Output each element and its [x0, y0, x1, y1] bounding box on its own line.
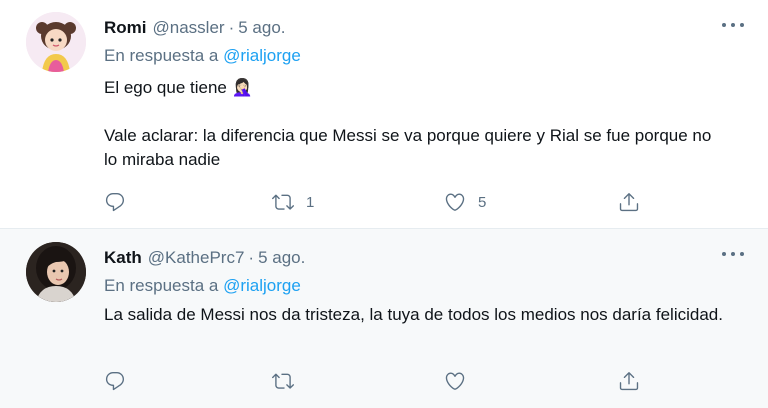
separator: ·: [228, 18, 235, 37]
more-icon[interactable]: [722, 18, 744, 32]
tweet-text-paragraph: La salida de Messi nos da tristeza, la t…: [104, 305, 723, 324]
avatar[interactable]: [26, 242, 86, 302]
tweet-text-paragraph: Vale aclarar: la diferencia que Messi se…: [104, 126, 712, 169]
mention-link[interactable]: @rialjorge: [223, 46, 301, 65]
retweet-icon: [272, 194, 294, 210]
tweet-header: Kath @KathePrc7 · 5 ago.: [104, 248, 305, 272]
tweet-actions: 1 5: [100, 188, 660, 216]
mention-link[interactable]: @rialjorge: [223, 276, 301, 295]
reply-prefix: En respuesta a: [104, 276, 219, 295]
tweet-header: Romi @nassler · 5 ago.: [104, 18, 286, 42]
like-count: 5: [478, 193, 487, 211]
retweet-button[interactable]: [272, 367, 306, 395]
username[interactable]: @nassler: [153, 18, 225, 38]
retweet-icon: [272, 373, 294, 389]
tweet-actions: [100, 367, 660, 395]
username[interactable]: @KathePrc7: [148, 248, 245, 268]
avatar[interactable]: [26, 12, 86, 72]
like-icon: [445, 193, 465, 211]
tweet[interactable]: Romi @nassler · 5 ago. En respuesta a @r…: [0, 0, 768, 229]
share-icon: [619, 372, 639, 391]
more-icon[interactable]: [722, 247, 744, 261]
like-icon: [445, 372, 465, 390]
reply-context: En respuesta a @rialjorge: [104, 276, 301, 296]
reply-button[interactable]: [104, 188, 126, 216]
reply-icon: [105, 372, 125, 391]
separator: ·: [248, 248, 255, 267]
retweet-button[interactable]: 1: [272, 188, 314, 216]
reply-button[interactable]: [104, 367, 126, 395]
timestamp[interactable]: 5 ago.: [258, 248, 305, 268]
reply-prefix: En respuesta a: [104, 46, 219, 65]
share-icon: [619, 193, 639, 212]
share-button[interactable]: [618, 367, 640, 395]
display-name[interactable]: Romi: [104, 18, 147, 38]
display-name[interactable]: Kath: [104, 248, 142, 268]
tweet[interactable]: Kath @KathePrc7 · 5 ago. En respuesta a …: [0, 229, 768, 408]
tweet-text: La salida de Messi nos da tristeza, la t…: [104, 303, 724, 327]
timestamp[interactable]: 5 ago.: [238, 18, 285, 38]
like-button[interactable]: [444, 367, 478, 395]
retweet-count: 1: [306, 193, 315, 211]
share-button[interactable]: [618, 188, 640, 216]
reply-context: En respuesta a @rialjorge: [104, 46, 301, 66]
tweet-text: El ego que tiene 🤦🏻‍♀️ Vale aclarar: la …: [104, 76, 724, 172]
reply-icon: [105, 193, 125, 212]
tweet-text-line: El ego que tiene 🤦🏻‍♀️: [104, 78, 253, 97]
like-button[interactable]: 5: [444, 188, 486, 216]
